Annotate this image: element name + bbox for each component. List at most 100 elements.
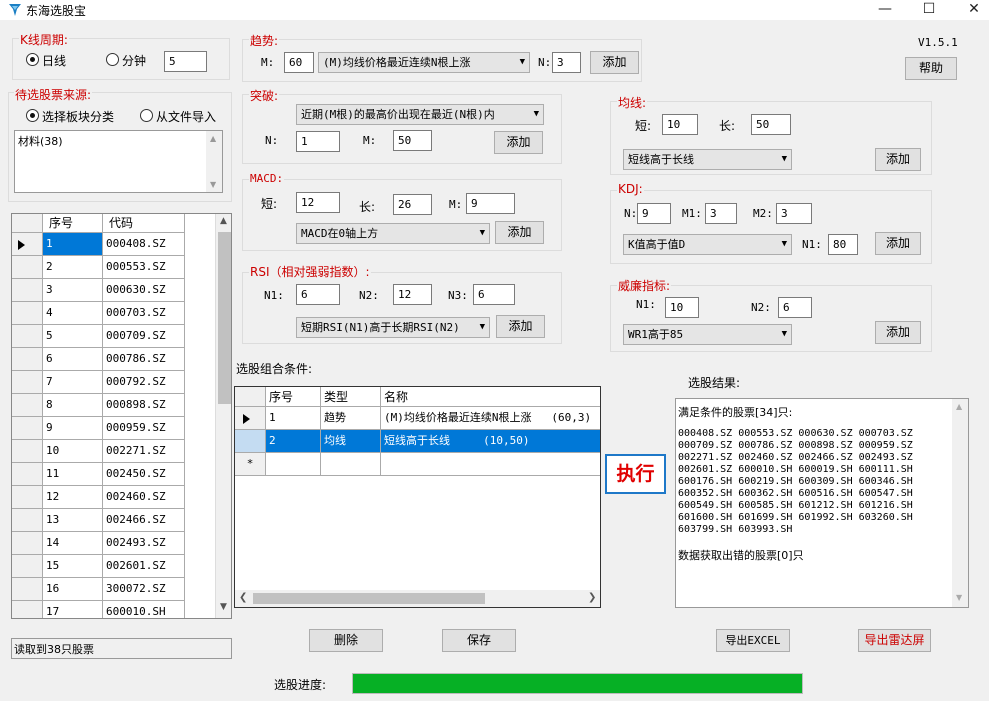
trend-m-input[interactable]: 60 xyxy=(284,52,314,73)
stock-row-code[interactable]: 000703.SZ xyxy=(103,302,185,325)
stock-row-index[interactable]: 7 xyxy=(43,371,103,394)
stock-grid[interactable]: 序号 代码 1 000408.SZ 2 000553.SZ 3 000630.SZ 4 00070… xyxy=(11,213,232,619)
wr-add-button[interactable]: 添加 xyxy=(875,321,921,344)
macd-select[interactable]: MACD在0轴上方 ▼ xyxy=(296,223,490,244)
condition-row-1-type[interactable]: 趋势 xyxy=(321,407,381,430)
wr-n2-input[interactable]: 6 xyxy=(778,297,812,318)
stock-row-code[interactable]: 002271.SZ xyxy=(103,440,185,463)
macd-m-input[interactable]: 9 xyxy=(466,193,515,214)
stock-row-index[interactable]: 8 xyxy=(43,394,103,417)
condition-new-row-name[interactable] xyxy=(381,453,600,476)
wr-select[interactable]: WR1高于85 ▼ xyxy=(623,324,792,345)
hscroll-thumb[interactable] xyxy=(253,593,485,604)
stock-row-code[interactable]: 002493.SZ xyxy=(103,532,185,555)
sector-radio[interactable] xyxy=(26,109,39,122)
stock-row-code[interactable]: 000792.SZ xyxy=(103,371,185,394)
scroll-down-icon[interactable]: ▼ xyxy=(220,602,227,612)
stock-row-code[interactable]: 002460.SZ xyxy=(103,486,185,509)
stock-row-index[interactable]: 5 xyxy=(43,325,103,348)
stock-row-index[interactable]: 1 xyxy=(43,233,103,256)
stock-row-code[interactable]: 300072.SZ xyxy=(103,578,185,601)
stock-grid-scrollbar[interactable]: ▲ ▼ xyxy=(215,214,231,618)
rsi-n3-input[interactable]: 6 xyxy=(473,284,515,305)
breakout-m-input[interactable]: 50 xyxy=(393,130,432,151)
delete-button[interactable]: 删除 xyxy=(309,629,383,652)
trend-add-button[interactable]: 添加 xyxy=(590,51,639,74)
trend-select[interactable]: (M)均线价格最近连续N根上涨 ▼ xyxy=(318,52,530,73)
breakout-n-input[interactable]: 1 xyxy=(296,131,340,152)
sector-listbox[interactable]: 材料(38) ▲ ▼ xyxy=(14,130,223,193)
stock-row-code[interactable]: 002466.SZ xyxy=(103,509,185,532)
stock-row-index[interactable]: 13 xyxy=(43,509,103,532)
stock-row-index[interactable]: 3 xyxy=(43,279,103,302)
minimize-button[interactable]: — xyxy=(862,0,908,20)
rsi-add-button[interactable]: 添加 xyxy=(496,315,545,338)
minute-input[interactable]: 5 xyxy=(164,51,207,72)
execute-button[interactable]: 执行 xyxy=(605,454,666,494)
stock-row-index[interactable]: 14 xyxy=(43,532,103,555)
ma-add-button[interactable]: 添加 xyxy=(875,148,921,171)
stock-row-code[interactable]: 002601.SZ xyxy=(103,555,185,578)
kdj-add-button[interactable]: 添加 xyxy=(875,232,921,255)
stock-row-index[interactable]: 6 xyxy=(43,348,103,371)
condition-row-1-no[interactable]: 1 xyxy=(266,407,321,430)
file-radio[interactable] xyxy=(140,109,153,122)
macd-add-button[interactable]: 添加 xyxy=(495,221,544,244)
stock-row-index[interactable]: 9 xyxy=(43,417,103,440)
listbox-scrollbar[interactable]: ▲ ▼ xyxy=(206,131,222,192)
maximize-button[interactable]: ☐ xyxy=(906,0,952,20)
result-scrollbar[interactable]: ▲ ▼ xyxy=(952,399,968,607)
close-button[interactable]: ✕ xyxy=(951,0,989,20)
condition-row-2-name[interactable]: 短线高于长线 (10,50) xyxy=(381,430,600,453)
breakout-add-button[interactable]: 添加 xyxy=(494,131,543,154)
daily-radio[interactable] xyxy=(26,53,39,66)
ma-long-input[interactable]: 50 xyxy=(751,114,791,135)
condition-new-row-no[interactable] xyxy=(266,453,321,476)
ma-short-input[interactable]: 10 xyxy=(662,114,698,135)
condition-row-2-no[interactable]: 2 xyxy=(266,430,321,453)
rsi-select[interactable]: 短期RSI(N1)高于长期RSI(N2) ▼ xyxy=(296,317,490,338)
stock-row-code[interactable]: 600010.SH xyxy=(103,601,185,618)
stock-row-code[interactable]: 000630.SZ xyxy=(103,279,185,302)
ma-select[interactable]: 短线高于长线 ▼ xyxy=(623,149,792,170)
rsi-n2-input[interactable]: 12 xyxy=(393,284,432,305)
condition-row-1-name[interactable]: (M)均线价格最近连续N根上涨 (60,3) xyxy=(381,407,600,430)
save-button[interactable]: 保存 xyxy=(442,629,516,652)
macd-long-input[interactable]: 26 xyxy=(393,194,432,215)
kdj-select[interactable]: K值高于值D ▼ xyxy=(623,234,792,255)
condition-row-2-type[interactable]: 均线 xyxy=(321,430,381,453)
minute-radio[interactable] xyxy=(106,53,119,66)
conditions-hscrollbar[interactable]: ❮ ❯ xyxy=(235,590,600,607)
stock-row-code[interactable]: 002450.SZ xyxy=(103,463,185,486)
result-textbox[interactable]: 满足条件的股票[34]只: 000408.SZ 000553.SZ 000630… xyxy=(675,398,969,608)
kdj-m1-input[interactable]: 3 xyxy=(705,203,737,224)
scroll-thumb[interactable] xyxy=(218,232,231,404)
macd-short-input[interactable]: 12 xyxy=(296,192,340,213)
kdj-n-input[interactable]: 9 xyxy=(637,203,671,224)
export-excel-button[interactable]: 导出EXCEL xyxy=(716,629,790,652)
stock-row-index[interactable]: 17 xyxy=(43,601,103,618)
rsi-n1-input[interactable]: 6 xyxy=(296,284,340,305)
stock-row-index[interactable]: 16 xyxy=(43,578,103,601)
stock-row-code[interactable]: 000408.SZ xyxy=(103,233,185,256)
stock-row-index[interactable]: 2 xyxy=(43,256,103,279)
condition-new-row-type[interactable] xyxy=(321,453,381,476)
stock-row-index[interactable]: 12 xyxy=(43,486,103,509)
scroll-right-icon[interactable]: ❯ xyxy=(588,592,596,603)
export-radar-button[interactable]: 导出雷达屏 xyxy=(858,629,931,652)
stock-row-code[interactable]: 000709.SZ xyxy=(103,325,185,348)
kdj-m2-input[interactable]: 3 xyxy=(776,203,812,224)
help-button[interactable]: 帮助 xyxy=(905,57,957,80)
stock-row-index[interactable]: 11 xyxy=(43,463,103,486)
stock-row-code[interactable]: 000959.SZ xyxy=(103,417,185,440)
stock-row-code[interactable]: 000553.SZ xyxy=(103,256,185,279)
wr-n1-input[interactable]: 10 xyxy=(665,297,699,318)
sector-list-item[interactable]: 材料(38) xyxy=(18,133,63,149)
stock-row-index[interactable]: 10 xyxy=(43,440,103,463)
stock-row-code[interactable]: 000786.SZ xyxy=(103,348,185,371)
trend-n-input[interactable]: 3 xyxy=(552,52,581,73)
scroll-left-icon[interactable]: ❮ xyxy=(239,592,247,603)
scroll-up-icon[interactable]: ▲ xyxy=(220,216,227,226)
stock-row-index[interactable]: 4 xyxy=(43,302,103,325)
conditions-grid[interactable]: 序号 类型 名称 1 趋势 (M)均线价格最近连续N根上涨 (60,3) 2 均… xyxy=(234,386,601,608)
